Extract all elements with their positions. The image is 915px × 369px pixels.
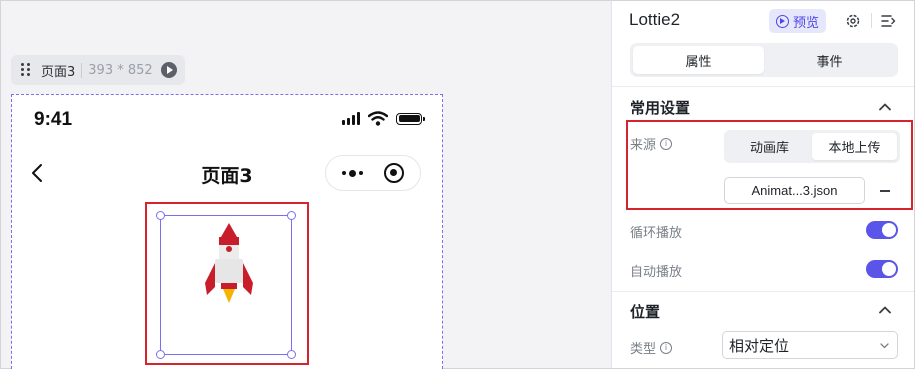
chevron-up-icon[interactable]	[878, 100, 892, 114]
status-icons	[342, 111, 425, 126]
design-canvas[interactable]: 页面3 393 * 852 9:41 页面3	[0, 0, 611, 369]
page-size-label: 393 * 852	[81, 62, 153, 78]
wifi-icon	[368, 111, 388, 126]
source-option-library[interactable]: 动画库	[727, 133, 812, 160]
chevron-down-icon	[880, 343, 889, 349]
gear-icon[interactable]	[844, 12, 862, 30]
page-tag[interactable]: 页面3 393 * 852	[11, 55, 185, 85]
loop-toggle[interactable]	[866, 221, 898, 239]
resize-handle[interactable]	[156, 211, 165, 220]
more-icon[interactable]	[342, 169, 364, 177]
uploaded-file[interactable]: Animat...3.json	[724, 177, 865, 204]
tab-events[interactable]: 事件	[764, 46, 895, 74]
source-option-local-upload[interactable]: 本地上传	[812, 133, 897, 160]
position-type-value: 相对定位	[729, 336, 790, 355]
type-label-text: 类型	[630, 342, 657, 357]
collapse-panel-icon[interactable]	[880, 13, 896, 29]
page-tag-name: 页面3	[41, 64, 76, 80]
rocket-icon	[205, 223, 253, 303]
status-time: 9:41	[34, 109, 73, 130]
source-segmented-control: 动画库 本地上传	[724, 130, 900, 163]
close-target-icon[interactable]	[383, 163, 404, 183]
drag-handle-icon[interactable]	[21, 63, 31, 77]
play-circle-icon	[776, 14, 789, 28]
common-settings-title: 常用设置	[630, 99, 691, 117]
divider	[612, 291, 914, 292]
divider	[612, 86, 914, 87]
resize-handle[interactable]	[156, 350, 165, 359]
chevron-up-icon[interactable]	[878, 303, 892, 317]
loop-label: 循环播放	[630, 226, 683, 241]
resize-handle[interactable]	[287, 350, 296, 359]
position-title: 位置	[630, 303, 661, 321]
property-panel: Lottie2 预览 属性 事件 常用设置 来源 i 动画库 本地上传 Anim…	[611, 0, 915, 369]
play-icon[interactable]	[160, 62, 177, 78]
resize-handle[interactable]	[287, 211, 296, 220]
mini-program-capsule	[325, 155, 421, 191]
panel-tabs: 属性 事件	[630, 43, 898, 77]
preview-label: 预览	[793, 15, 820, 31]
type-label: 类型 i	[630, 338, 673, 357]
remove-file-icon[interactable]	[880, 183, 892, 197]
autoplay-toggle[interactable]	[866, 260, 898, 278]
lottie-component[interactable]	[156, 211, 296, 359]
toolbar-divider	[871, 13, 872, 28]
preview-button[interactable]: 预览	[769, 9, 827, 33]
source-label-text: 来源	[630, 138, 657, 153]
info-icon[interactable]: i	[660, 341, 673, 354]
component-title: Lottie2	[629, 10, 681, 29]
tab-properties[interactable]: 属性	[633, 46, 764, 74]
signal-icon	[342, 112, 360, 125]
source-label: 来源 i	[630, 134, 673, 153]
position-type-select[interactable]: 相对定位	[722, 331, 898, 359]
info-icon[interactable]: i	[660, 137, 673, 150]
autoplay-label: 自动播放	[630, 265, 683, 280]
phone-frame: 9:41 页面3	[11, 94, 443, 369]
battery-icon	[396, 112, 425, 125]
